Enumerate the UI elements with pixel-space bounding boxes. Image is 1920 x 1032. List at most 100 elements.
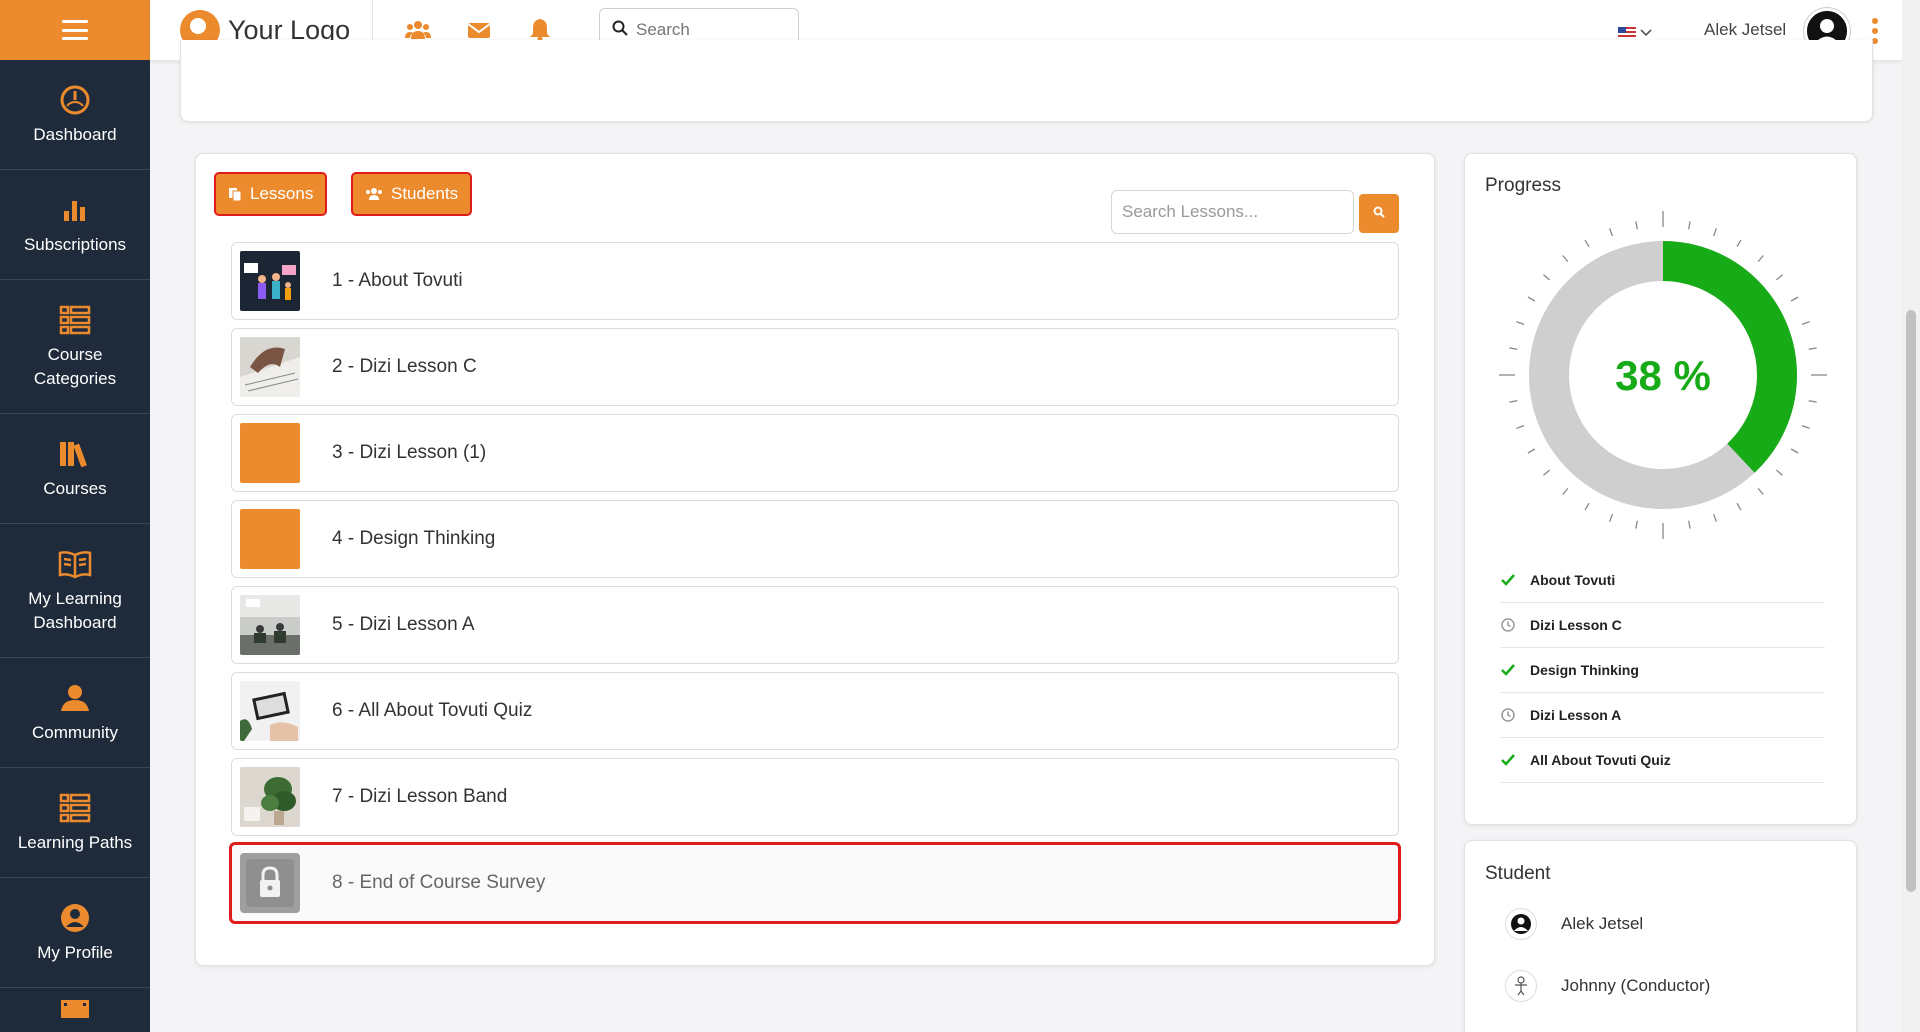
bar-chart-icon xyxy=(58,193,92,227)
gauge-tick xyxy=(1808,400,1817,403)
lesson-thumbnail xyxy=(240,509,300,569)
gauge-tick xyxy=(1757,487,1764,495)
list-grid-icon xyxy=(58,303,92,337)
gauge-tick xyxy=(1562,487,1569,495)
sidebar-item-label: Subscriptions xyxy=(23,234,127,254)
page-scrollbar[interactable] xyxy=(1902,0,1920,1032)
gauge-tick xyxy=(1509,347,1518,350)
gauge-tick xyxy=(1775,274,1783,281)
lesson-title: 6 - All About Tovuti Quiz xyxy=(332,700,533,721)
check-icon xyxy=(1500,574,1516,586)
us-flag-icon xyxy=(1618,27,1636,39)
tab-lessons-label: Lessons xyxy=(250,184,314,203)
progress-title: Progress xyxy=(1485,175,1562,196)
search-icon xyxy=(1373,205,1385,223)
gauge-tick xyxy=(1516,425,1525,429)
sidebar-item-label: Courses xyxy=(43,478,107,498)
gauge-tick xyxy=(1790,448,1799,454)
lesson-title: 2 - Dizi Lesson C xyxy=(332,356,477,377)
gauge-tick xyxy=(1516,321,1525,325)
gauge-tick xyxy=(1562,255,1569,263)
lesson-row[interactable]: 6 - All About Tovuti Quiz xyxy=(231,672,1399,750)
list-grid-icon xyxy=(58,791,92,825)
lesson-row[interactable]: 3 - Dizi Lesson (1) xyxy=(231,414,1399,492)
film-icon xyxy=(60,998,90,1023)
progress-item-label: Dizi Lesson A xyxy=(1530,707,1622,723)
course-header-card xyxy=(180,40,1873,122)
sidebar-item-subscriptions[interactable]: Subscriptions xyxy=(0,170,150,280)
sidebar-item-learning-paths[interactable]: Learning Paths xyxy=(0,768,150,878)
open-book-icon xyxy=(58,547,92,581)
username[interactable]: Alek Jetsel xyxy=(1704,20,1786,40)
lesson-thumbnail xyxy=(240,251,300,311)
student-item[interactable]: Alek Jetsel xyxy=(1505,908,1643,940)
student-name: Alek Jetsel xyxy=(1561,914,1644,933)
sidebar-item-my-learning-dashboard[interactable]: My Learning Dashboard xyxy=(0,524,150,658)
progress-item[interactable]: Design Thinking xyxy=(1500,648,1825,693)
progress-item-label: About Tovuti xyxy=(1530,572,1616,588)
gauge-tick xyxy=(1609,513,1613,522)
copy-icon xyxy=(228,187,242,201)
progress-item[interactable]: All About Tovuti Quiz xyxy=(1500,738,1825,783)
sidebar-item-my-profile[interactable]: My Profile xyxy=(0,878,150,988)
gauge-tick xyxy=(1713,228,1717,237)
search-icon xyxy=(612,20,628,41)
lesson-row[interactable]: 7 - Dizi Lesson Band xyxy=(231,758,1399,836)
student-item[interactable]: Johnny (Conductor) xyxy=(1505,970,1710,1002)
clock-icon xyxy=(1500,618,1516,632)
lesson-title: 4 - Design Thinking xyxy=(332,528,496,549)
gauge-tick xyxy=(1736,239,1742,248)
users-icon xyxy=(365,187,383,201)
gauge-tick xyxy=(1808,347,1817,350)
lesson-thumbnail xyxy=(240,767,300,827)
sidebar-item-course-categories[interactable]: Course Categories xyxy=(0,280,150,414)
lesson-title: 1 - About Tovuti xyxy=(332,270,463,291)
sidebar-item-label: Course Categories xyxy=(33,344,117,388)
lesson-row[interactable]: 4 - Design Thinking xyxy=(231,500,1399,578)
gauge-tick xyxy=(1713,513,1717,522)
scrollbar-thumb[interactable] xyxy=(1906,310,1916,892)
sidebar-item-label: Dashboard xyxy=(33,124,117,144)
sidebar-item-courses[interactable]: Courses xyxy=(0,414,150,524)
lesson-thumbnail xyxy=(240,595,300,655)
check-icon xyxy=(1500,754,1516,766)
progress-item[interactable]: About Tovuti xyxy=(1500,558,1825,603)
progress-item[interactable]: Dizi Lesson C xyxy=(1500,603,1825,648)
gauge-tick xyxy=(1688,520,1691,529)
gauge-tick xyxy=(1584,239,1590,248)
sidebar: Dashboard Subscriptions Course Categorie… xyxy=(0,0,150,1032)
progress-percent: 38 % xyxy=(1615,352,1711,399)
tab-lessons[interactable]: Lessons xyxy=(214,172,328,216)
gauge-tick xyxy=(1688,221,1691,230)
sidebar-item-community[interactable]: Community xyxy=(0,658,150,768)
menu-toggle-button[interactable] xyxy=(0,0,150,60)
gauge-tick xyxy=(1543,274,1551,281)
lesson-row[interactable]: 5 - Dizi Lesson A xyxy=(231,586,1399,664)
hamburger-icon xyxy=(62,20,88,40)
lesson-thumbnail xyxy=(240,423,300,483)
lesson-search-button[interactable] xyxy=(1359,194,1399,233)
search-input[interactable] xyxy=(636,20,786,40)
lesson-search-input[interactable] xyxy=(1111,190,1354,234)
sidebar-item-more[interactable] xyxy=(0,988,150,1028)
lesson-title: 8 - End of Course Survey xyxy=(332,872,546,893)
lesson-row-locked[interactable]: 8 - End of Course Survey xyxy=(229,842,1401,924)
lesson-thumbnail xyxy=(240,681,300,741)
sidebar-item-label: My Profile xyxy=(37,942,113,962)
sidebar-item-label: My Learning Dashboard xyxy=(28,588,122,632)
progress-item[interactable]: Dizi Lesson A xyxy=(1500,693,1825,738)
avatar xyxy=(1505,908,1537,940)
gauge-tick xyxy=(1584,502,1590,511)
gauge-tick xyxy=(1509,400,1518,403)
gauge-tick xyxy=(1609,228,1613,237)
progress-item-label: Dizi Lesson C xyxy=(1530,617,1622,633)
gauge-tick xyxy=(1801,425,1810,429)
tab-students[interactable]: Students xyxy=(351,172,473,216)
lesson-row[interactable]: 1 - About Tovuti xyxy=(231,242,1399,320)
lesson-row[interactable]: 2 - Dizi Lesson C xyxy=(231,328,1399,406)
avatar xyxy=(1505,970,1537,1002)
gauge-tick xyxy=(1635,221,1638,230)
sidebar-item-dashboard[interactable]: Dashboard xyxy=(0,60,150,170)
lesson-title: 3 - Dizi Lesson (1) xyxy=(332,442,487,463)
student-title: Student xyxy=(1485,863,1551,884)
